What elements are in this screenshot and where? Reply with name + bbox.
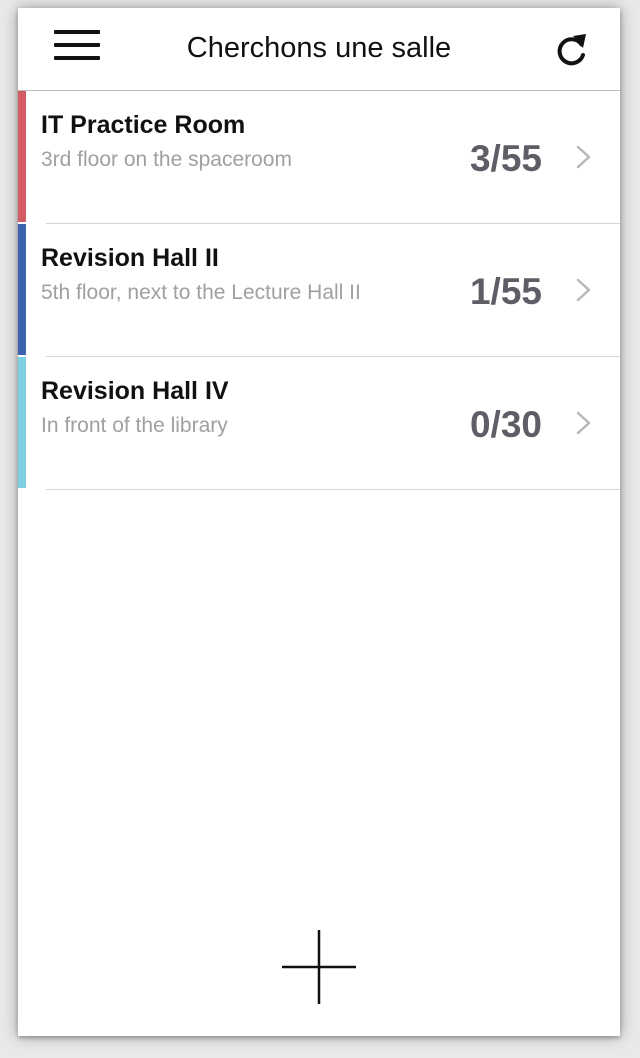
room-occupancy: 3/55 xyxy=(469,138,542,179)
plus-icon xyxy=(282,930,356,1004)
room-color-accent xyxy=(18,91,26,222)
page-title: Cherchons une salle xyxy=(186,32,452,64)
app-header: Cherchons une salle xyxy=(18,8,620,91)
room-name: IT Practice Room xyxy=(41,111,246,139)
room-location: In front of the library xyxy=(41,414,228,437)
room-list-item[interactable]: IT Practice Room 3rd floor on the spacer… xyxy=(18,91,620,224)
room-color-accent xyxy=(18,357,26,488)
chevron-right-icon xyxy=(576,145,591,169)
refresh-icon xyxy=(557,34,586,66)
room-name: Revision Hall II xyxy=(41,244,219,272)
refresh-button[interactable] xyxy=(552,28,592,70)
app-screen: Cherchons une salle IT Practice Room 3rd… xyxy=(18,8,620,1036)
menu-button[interactable] xyxy=(54,30,102,64)
add-room-button[interactable] xyxy=(280,928,358,1006)
room-occupancy: 0/30 xyxy=(469,404,542,445)
row-divider xyxy=(46,489,620,490)
room-list: IT Practice Room 3rd floor on the spacer… xyxy=(18,91,620,490)
chevron-right-icon xyxy=(576,278,591,302)
room-name: Revision Hall IV xyxy=(41,377,229,405)
room-color-accent xyxy=(18,224,26,355)
room-location: 5th floor, next to the Lecture Hall II xyxy=(41,281,361,304)
room-list-item[interactable]: Revision Hall II 5th floor, next to the … xyxy=(18,224,620,357)
room-location: 3rd floor on the spaceroom xyxy=(41,148,292,171)
room-occupancy: 1/55 xyxy=(469,271,542,312)
chevron-right-icon xyxy=(576,411,591,435)
room-list-item[interactable]: Revision Hall IV In front of the library… xyxy=(18,357,620,490)
